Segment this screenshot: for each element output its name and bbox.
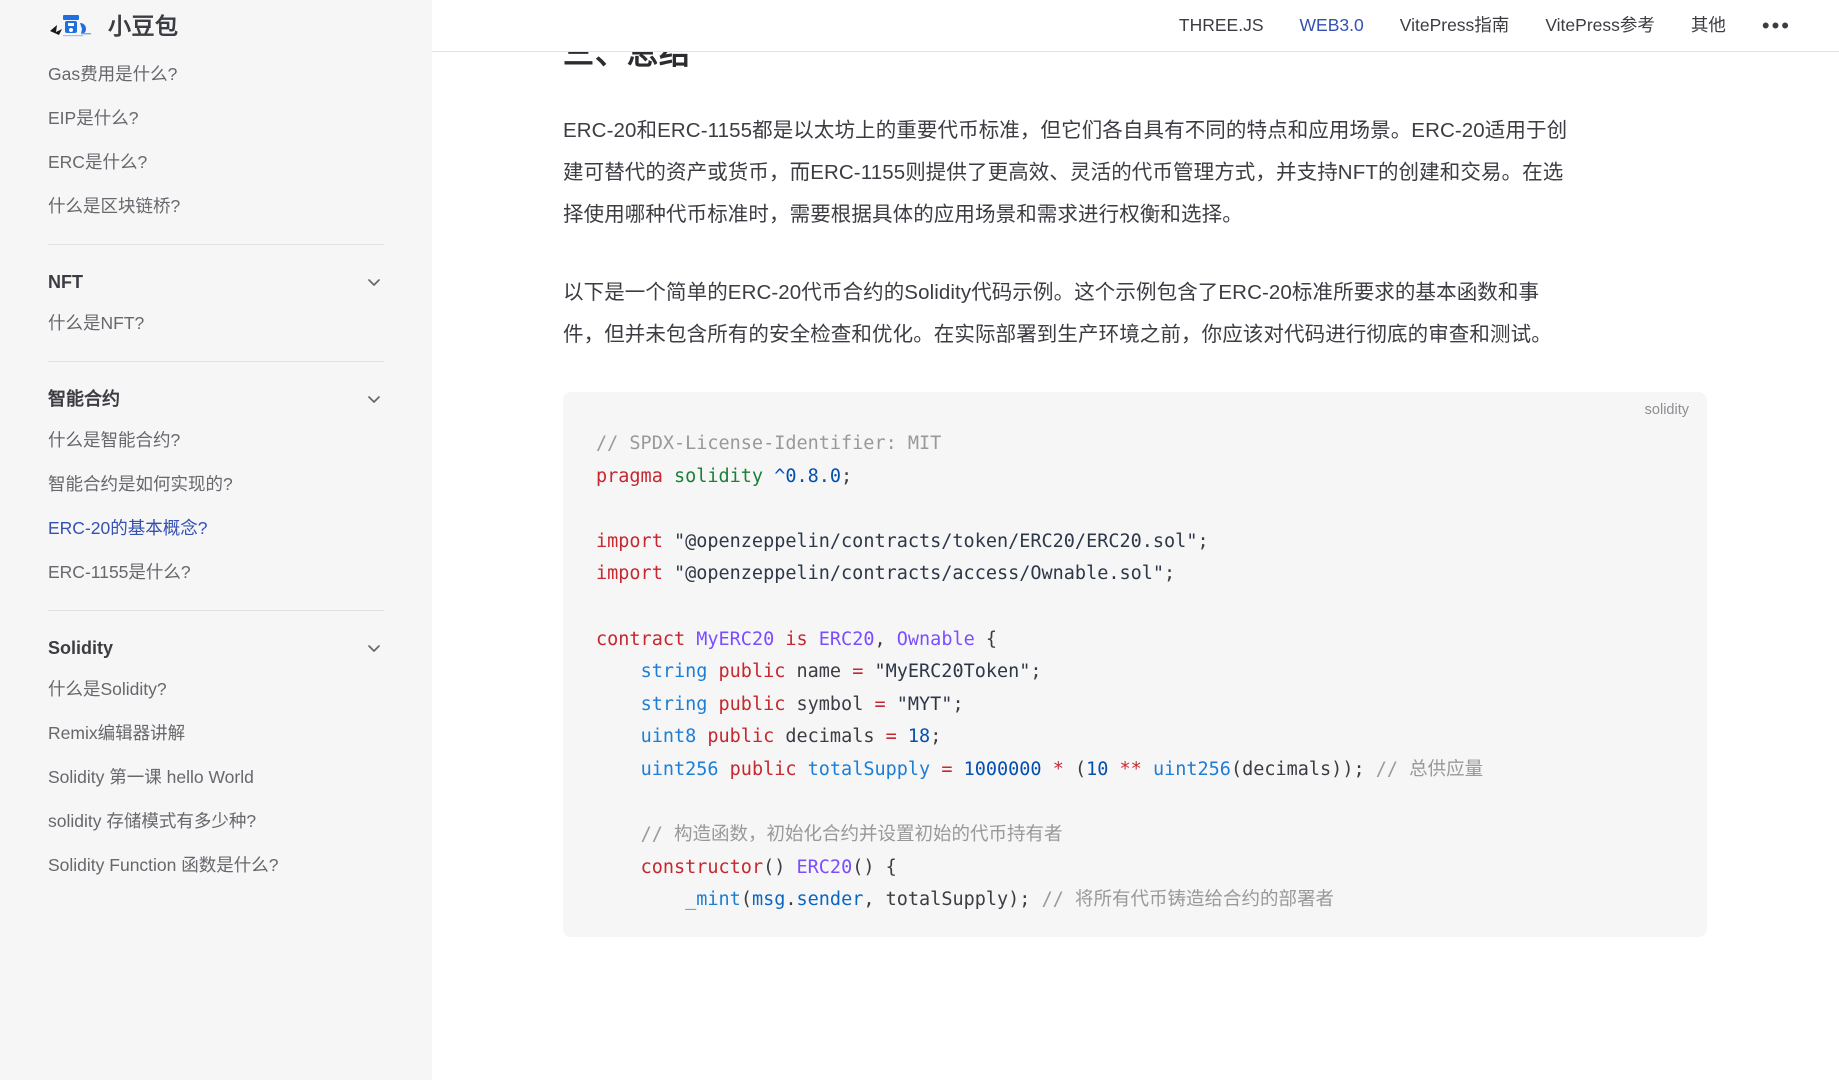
code-line: // 构造函数，初始化合约并设置初始的代币持有者	[640, 824, 1063, 846]
sidebar-group-solidity[interactable]: Solidity	[48, 611, 384, 667]
sidebar-item-what-is-solidity[interactable]: 什么是Solidity?	[48, 667, 384, 711]
paragraph-code-intro: 以下是一个简单的ERC-20代币合约的Solidity代码示例。这个示例包含了E…	[563, 281, 1552, 346]
code-line: pragma solidity ^0.8.0;	[596, 465, 853, 487]
code-line: contract MyERC20 is ERC20, Ownable {	[596, 628, 998, 650]
sidebar-item-what-is-smart-contract[interactable]: 什么是智能合约?	[48, 418, 384, 462]
chevron-down-icon[interactable]	[364, 638, 384, 658]
sidebar-item-bridge[interactable]: 什么是区块链桥?	[48, 184, 384, 228]
code-language-label: solidity	[1644, 402, 1689, 418]
sidebar-group-smart-contract[interactable]: 智能合约	[48, 362, 384, 418]
xiaodoubao-logo-icon	[48, 11, 94, 41]
code-block[interactable]: solidity // SPDX-License-Identifier: MIT…	[563, 392, 1707, 937]
nav-link-other[interactable]: 其他	[1691, 16, 1726, 35]
sidebar-item-how-smart-contract-works[interactable]: 智能合约是如何实现的?	[48, 462, 384, 506]
sidebar-group-title: 智能合约	[48, 389, 120, 409]
document-body: ERC-20和ERC-1155都是以太坊上的重要代币标准，但它们各自具有不同的特…	[432, 52, 1707, 937]
sidebar-group-title: Solidity	[48, 638, 114, 658]
sidebar-item-erc20-basics[interactable]: ERC-20的基本概念?	[48, 506, 384, 550]
code-line: string public symbol = "MYT";	[640, 693, 964, 715]
sidebar-item-erc1155[interactable]: ERC-1155是什么?	[48, 550, 384, 594]
nav-link-vitepress-reference[interactable]: VitePress参考	[1545, 16, 1655, 35]
main-area: THREE.JS WEB3.0 VitePress指南 VitePress参考 …	[432, 0, 1839, 1080]
code-line: _mint(msg.sender, totalSupply); // 将所有代币…	[685, 889, 1334, 911]
sidebar-item-eip[interactable]: EIP是什么?	[48, 96, 384, 140]
sidebar-item-what-is-nft[interactable]: 什么是NFT?	[48, 301, 384, 345]
app-root: 小豆包 Gas费用是什么? EIP是什么? ERC是什么? 什么是区块链桥? N…	[0, 0, 1839, 1080]
code-line: // SPDX-License-Identifier: MIT	[596, 433, 942, 454]
sidebar-group-title: NFT	[48, 272, 83, 292]
document-content: 三、总结 ERC-20和ERC-1155都是以太坊上的重要代币标准，但它们各自具…	[432, 52, 1839, 1080]
nav-link-web3[interactable]: WEB3.0	[1300, 16, 1364, 35]
page-section-heading: 三、总结	[563, 52, 691, 71]
sidebar-nav: Gas费用是什么? EIP是什么? ERC是什么? 什么是区块链桥? NFT 什…	[0, 52, 432, 887]
sidebar-group-nft[interactable]: NFT	[48, 245, 384, 301]
code-line: string public name = "MyERC20Token";	[640, 661, 1042, 683]
code-line: uint8 public decimals = 18;	[640, 726, 942, 748]
code-line: import "@openzeppelin/contracts/access/O…	[596, 563, 1176, 585]
chevron-down-icon[interactable]	[364, 389, 384, 409]
sidebar-item-erc[interactable]: ERC是什么?	[48, 140, 384, 184]
nav-link-threejs[interactable]: THREE.JS	[1179, 16, 1264, 35]
sidebar-item-solidity-function[interactable]: Solidity Function 函数是什么?	[48, 843, 384, 887]
chevron-down-icon[interactable]	[364, 272, 384, 292]
sidebar-item-hello-world[interactable]: Solidity 第一课 hello World	[48, 755, 384, 799]
code-line: import "@openzeppelin/contracts/token/ER…	[596, 530, 1209, 552]
sidebar-brand-name: 小豆包	[108, 12, 179, 39]
code-line: constructor() ERC20() {	[640, 856, 897, 878]
sidebar-item-gas[interactable]: Gas费用是什么?	[48, 52, 384, 96]
sidebar-item-storage-modes[interactable]: solidity 存储模式有多少种?	[48, 799, 384, 843]
code-content: // SPDX-License-Identifier: MIT pragma so…	[563, 392, 1707, 937]
top-navbar: THREE.JS WEB3.0 VitePress指南 VitePress参考 …	[432, 0, 1839, 52]
sidebar: 小豆包 Gas费用是什么? EIP是什么? ERC是什么? 什么是区块链桥? N…	[0, 0, 432, 1080]
nav-link-vitepress-guide[interactable]: VitePress指南	[1400, 16, 1510, 35]
ellipsis-icon[interactable]: •••	[1762, 14, 1791, 37]
sidebar-item-remix-editor[interactable]: Remix编辑器讲解	[48, 711, 384, 755]
paragraph-summary: ERC-20和ERC-1155都是以太坊上的重要代币标准，但它们各自具有不同的特…	[563, 119, 1568, 226]
code-line: uint256 public totalSupply = 1000000 * (…	[640, 758, 1484, 780]
sidebar-brand[interactable]: 小豆包	[0, 0, 432, 52]
